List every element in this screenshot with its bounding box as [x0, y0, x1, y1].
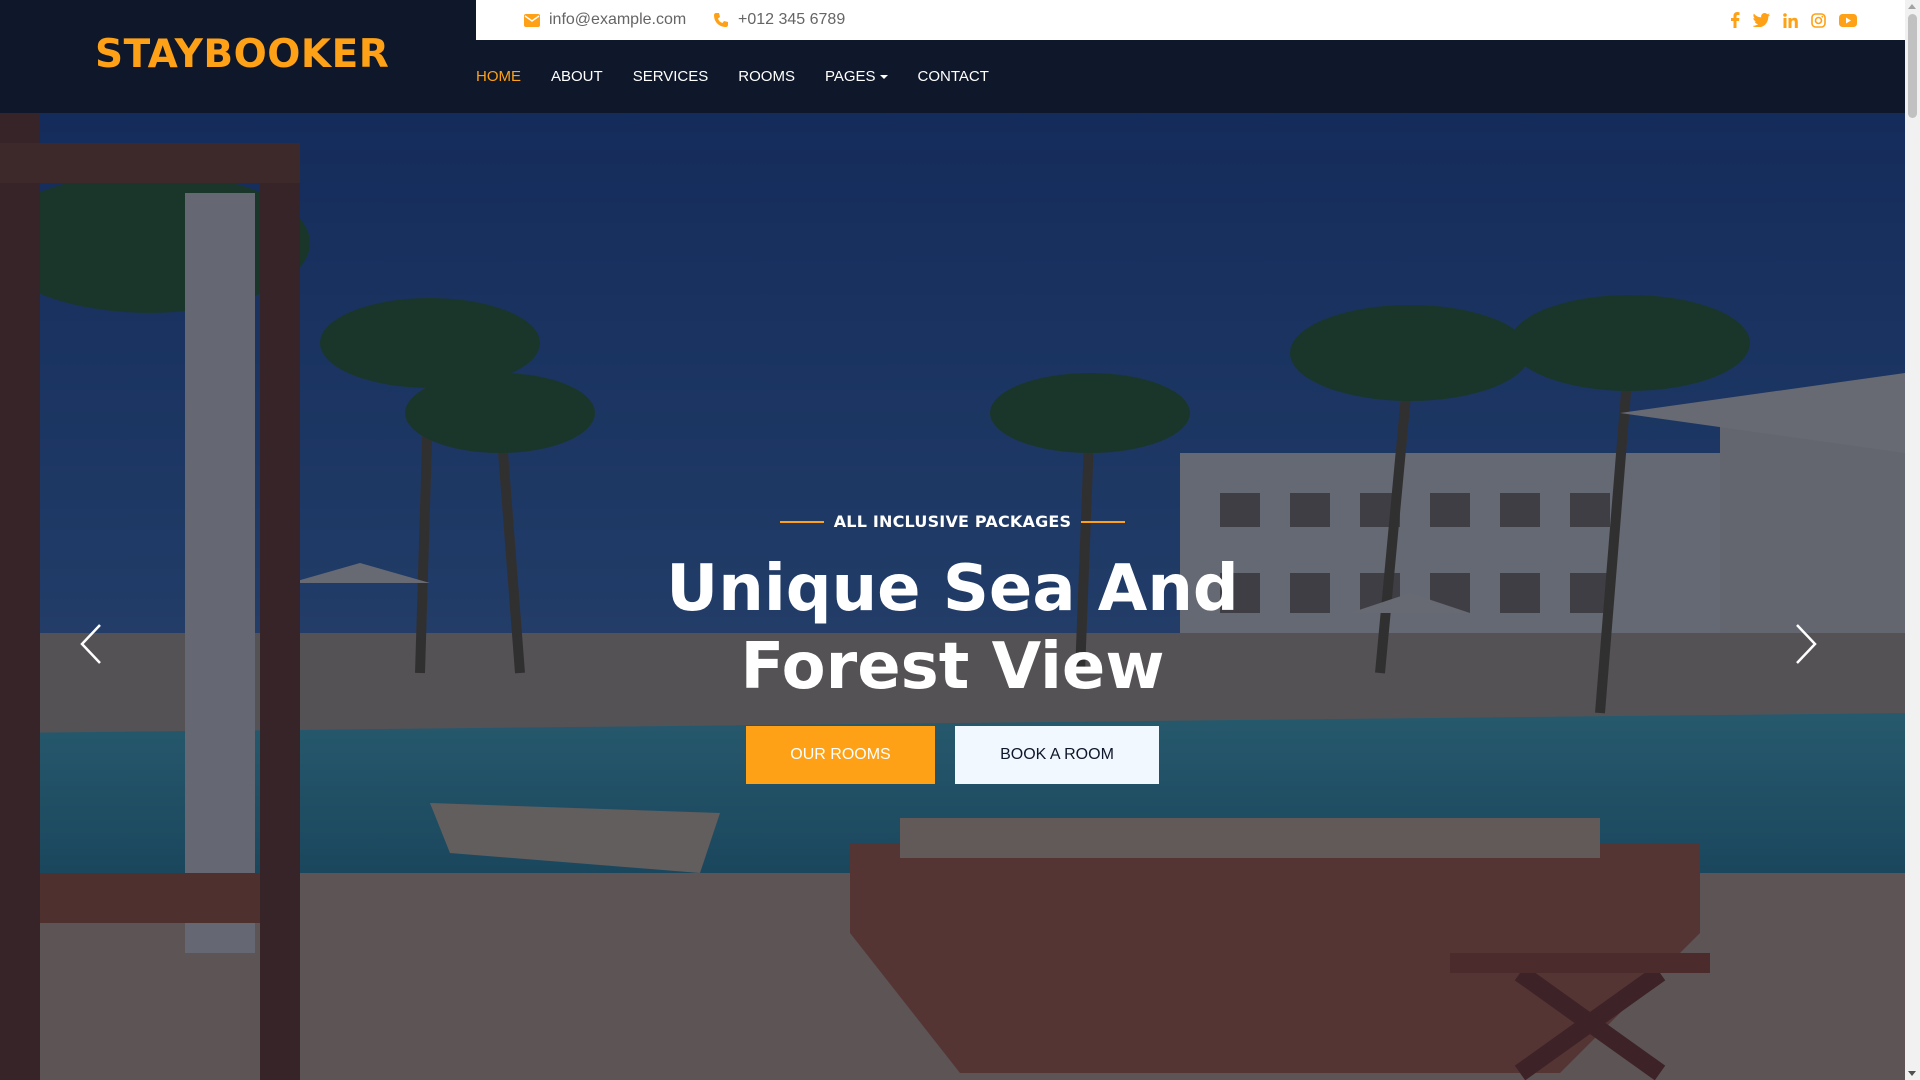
hero-kicker-text: ALL INCLUSIVE PACKAGES — [833, 512, 1072, 531]
linkedin-icon[interactable] — [1783, 12, 1798, 28]
email-text: info@example.com — [549, 11, 687, 28]
page: STAYBOOKER info@example.com +012 345 678… — [0, 0, 1905, 1080]
hero-buttons: OUR ROOMS BOOK A ROOM — [0, 726, 1905, 784]
hero-carousel: ALL INCLUSIVE PACKAGES Unique Sea And Fo… — [0, 113, 1905, 1080]
nav-services[interactable]: SERVICES — [633, 68, 709, 85]
phone-icon — [714, 13, 728, 27]
facebook-icon[interactable] — [1730, 12, 1740, 28]
social-links — [1730, 0, 1857, 40]
twitter-icon[interactable] — [1753, 13, 1770, 27]
scroll-up-arrow-icon[interactable] — [1908, 4, 1916, 9]
brand-logo[interactable]: STAYBOOKER — [95, 32, 389, 77]
site-header: STAYBOOKER info@example.com +012 345 678… — [0, 0, 1905, 113]
hero-title: Unique Sea And Forest View — [0, 550, 1905, 706]
book-a-room-button[interactable]: BOOK A ROOM — [955, 726, 1159, 784]
our-rooms-button[interactable]: OUR ROOMS — [746, 726, 935, 784]
carousel-prev-button[interactable] — [80, 623, 102, 670]
kicker-line-right — [1081, 520, 1126, 523]
main-nav: HOME ABOUT SERVICES ROOMS PAGES CONTACT — [476, 40, 989, 113]
top-contact-bar: info@example.com +012 345 6789 — [476, 0, 1905, 40]
chevron-right-icon — [1796, 624, 1817, 664]
nav-contact[interactable]: CONTACT — [918, 68, 989, 85]
chevron-left-icon — [80, 624, 101, 664]
nav-pages-label: PAGES — [824, 68, 876, 85]
phone-contact[interactable]: +012 345 6789 — [713, 0, 845, 40]
phone-text: +012 345 6789 — [738, 11, 846, 28]
envelope-icon — [524, 13, 540, 27]
youtube-icon[interactable] — [1839, 13, 1857, 27]
instagram-icon[interactable] — [1811, 12, 1826, 28]
email-contact[interactable]: info@example.com — [524, 0, 686, 40]
hero-title-line-1: Unique Sea And — [666, 552, 1239, 626]
nav-rooms[interactable]: ROOMS — [738, 68, 795, 85]
carousel-next-button[interactable] — [1795, 623, 1817, 670]
scroll-down-arrow-icon[interactable] — [1908, 1071, 1916, 1076]
hero-caption: ALL INCLUSIVE PACKAGES Unique Sea And Fo… — [0, 113, 1905, 1080]
caret-down-icon — [879, 74, 888, 79]
kicker-line-left — [779, 520, 824, 523]
hero-kicker: ALL INCLUSIVE PACKAGES — [0, 512, 1905, 531]
hero-title-line-2: Forest View — [740, 630, 1165, 704]
nav-about[interactable]: ABOUT — [551, 68, 603, 85]
nav-home[interactable]: HOME — [476, 68, 521, 85]
page-scrollbar[interactable] — [1905, 0, 1920, 1080]
scrollbar-thumb[interactable] — [1908, 14, 1917, 118]
nav-pages-dropdown[interactable]: PAGES — [825, 68, 888, 85]
